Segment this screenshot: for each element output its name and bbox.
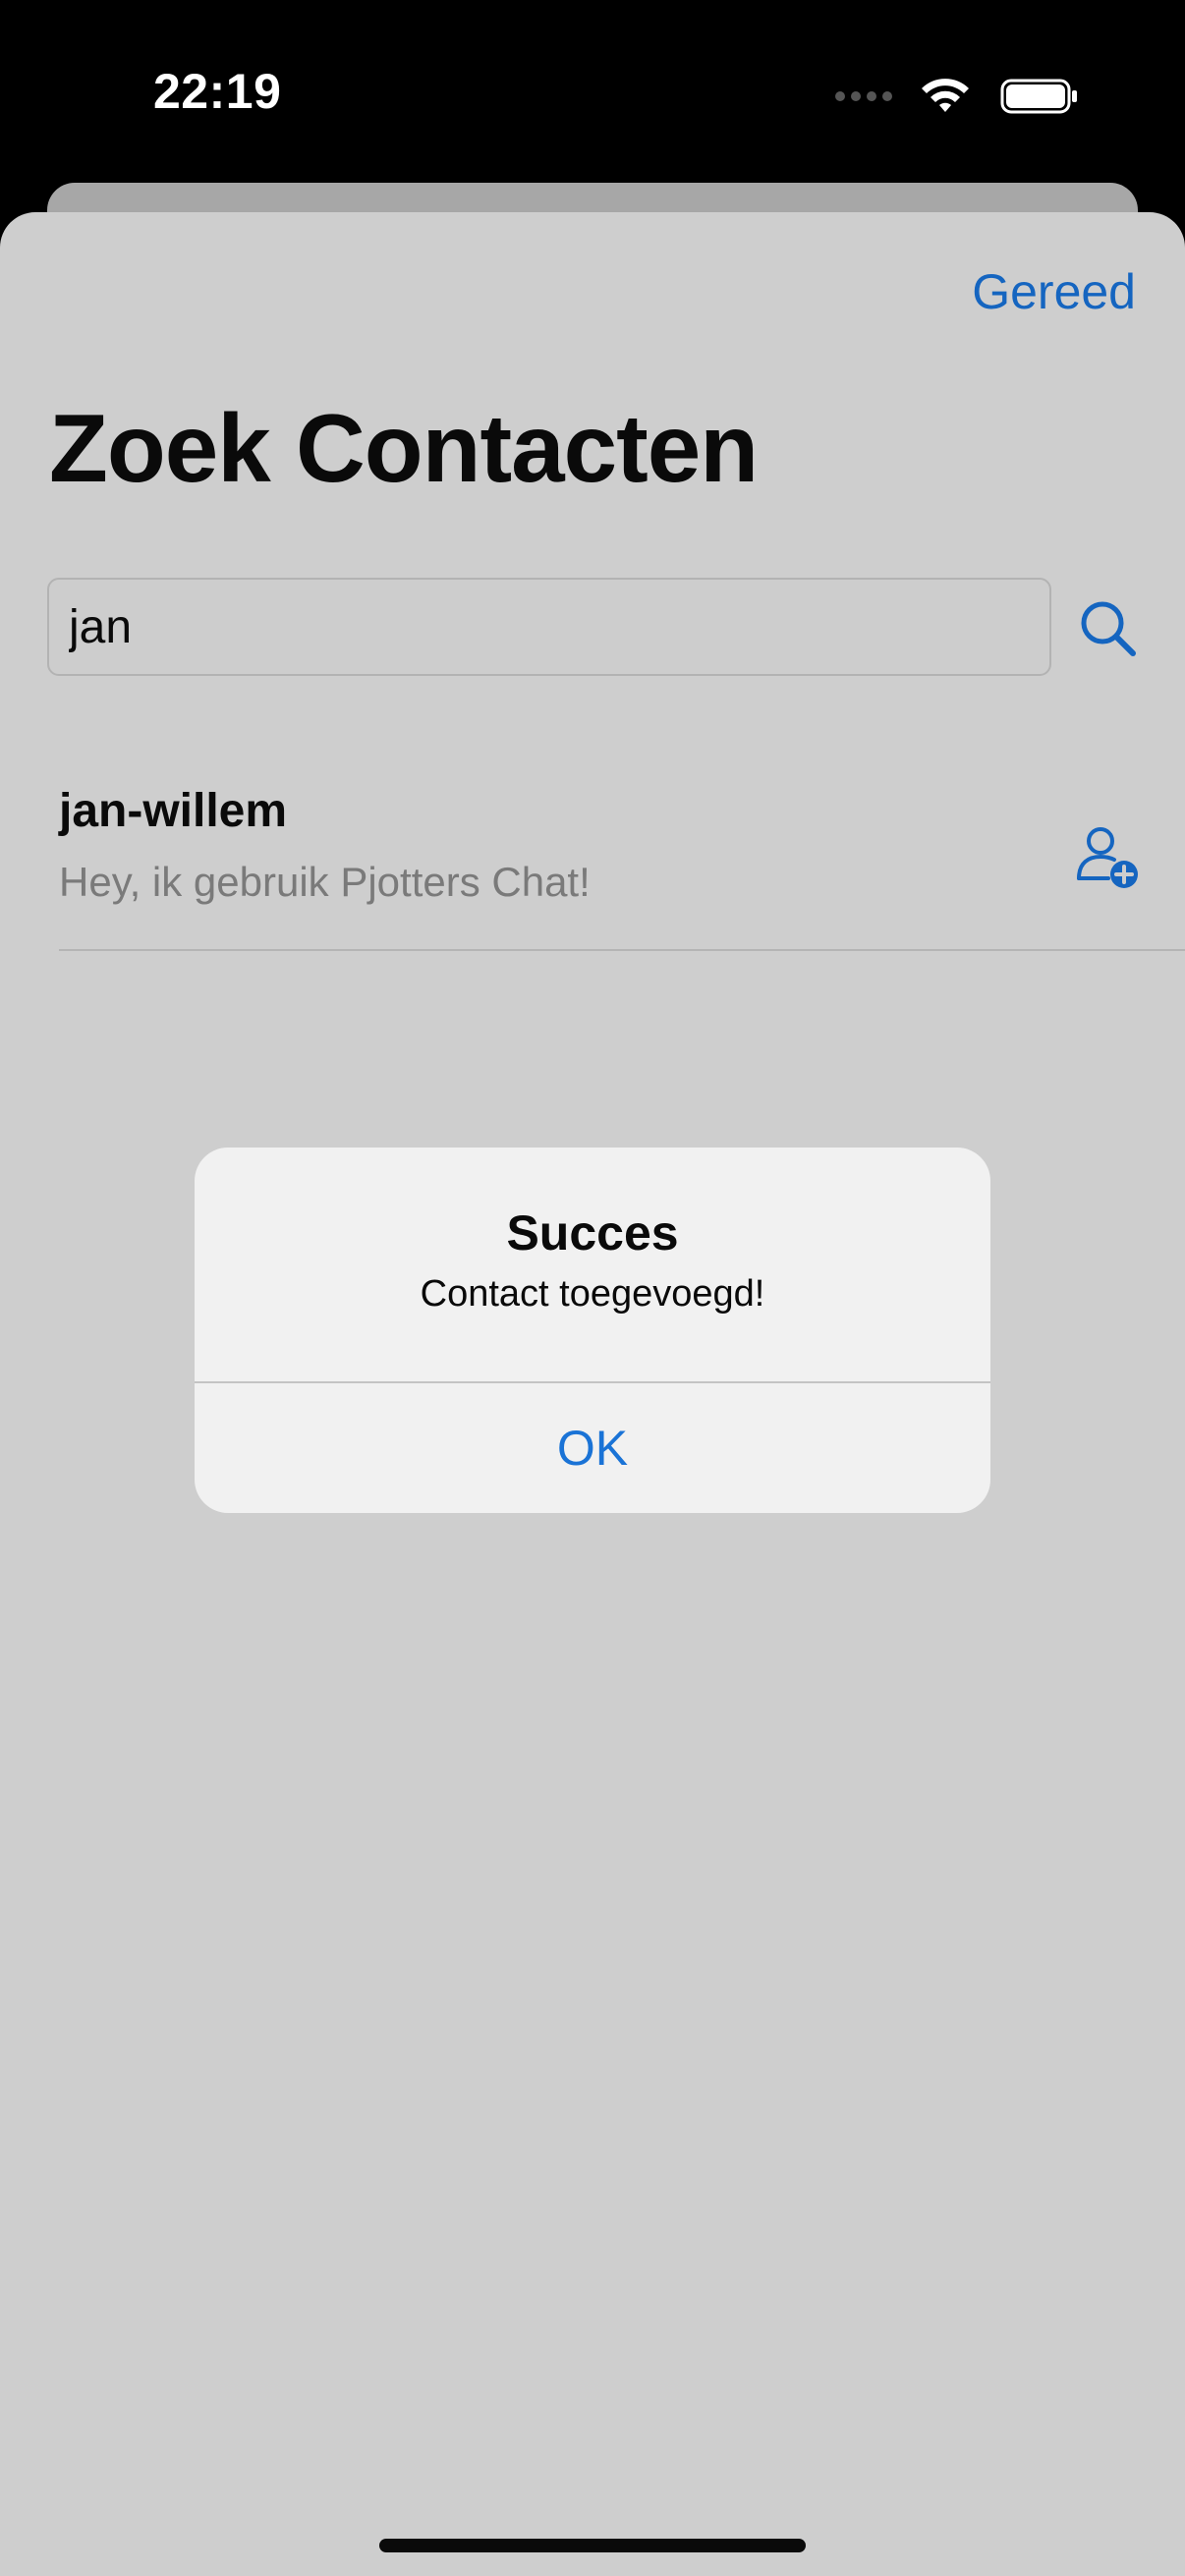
contact-status: Hey, ik gebruik Pjotters Chat! [59,859,591,905]
contact-name: jan-willem [59,785,288,837]
phone-screen: 22:19 Gereed Zoek Contacten jan-willem H… [0,0,1185,2576]
ok-button[interactable]: OK [195,1383,990,1513]
wifi-icon [922,79,969,112]
home-indicator[interactable] [379,2539,806,2552]
search-icon[interactable] [1077,597,1138,658]
success-alert: Succes Contact toegevoegd! OK [195,1148,990,1513]
list-item[interactable]: jan-willem Hey, ik gebruik Pjotters Chat… [59,772,1185,951]
status-time: 22:19 [153,64,282,119]
cellular-dots-icon [835,91,892,101]
person-add-icon[interactable] [1073,823,1142,892]
battery-icon [1000,79,1077,114]
done-button[interactable]: Gereed [972,263,1136,320]
alert-message: Contact toegevoegd! [420,1273,765,1315]
alert-title: Succes [506,1205,679,1260]
page-title: Zoek Contacten [49,394,759,502]
status-icons [835,73,1079,120]
search-input[interactable] [47,578,1051,676]
